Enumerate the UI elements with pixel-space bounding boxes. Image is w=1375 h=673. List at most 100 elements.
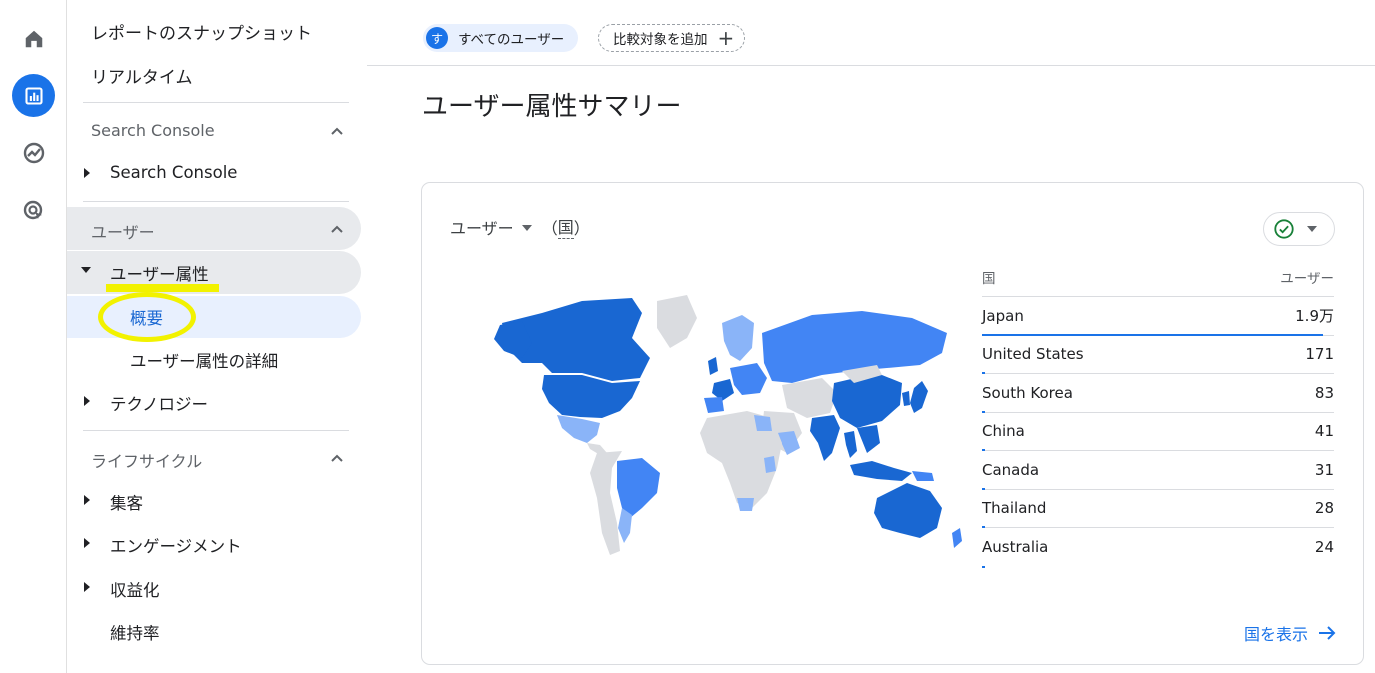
triangle-right-icon [84, 495, 90, 505]
country-users: 28 [1314, 499, 1334, 518]
country-name: United States [982, 345, 1084, 364]
section-header-search-console[interactable]: Search Console [91, 121, 215, 140]
nav-item-retention[interactable]: 維持率 [110, 620, 160, 644]
country-name: Canada [982, 460, 1040, 479]
page-title: ユーザー属性サマリー [422, 92, 682, 122]
map-country-indonesia [850, 461, 912, 481]
users-by-country-card: ユーザー （ 国 ） 国 ユーザー Japan 1.9万 United Stat… [421, 182, 1364, 665]
icon-rail [0, 0, 67, 673]
table-row[interactable]: South Korea 83 [982, 374, 1334, 413]
add-comparison-button[interactable]: 比較対象を追加 + [598, 24, 746, 52]
triangle-right-icon [84, 582, 90, 592]
country-name: Thailand [982, 499, 1047, 518]
table-row[interactable]: Thailand 28 [982, 490, 1334, 528]
chevron-up-icon[interactable] [329, 123, 345, 139]
triangle-right-icon [84, 538, 90, 548]
dimension-label: 国 [557, 214, 574, 239]
country-users: 1.9万 [1295, 307, 1334, 326]
nav-item-search-console[interactable]: Search Console [110, 163, 237, 182]
nav-realtime[interactable]: リアルタイム [91, 63, 193, 88]
nav-item-engagement[interactable]: エンゲージメント [110, 533, 242, 557]
map-country-japan [910, 381, 928, 413]
table-header: 国 ユーザー [982, 267, 1334, 297]
add-comparison-label: 比較対象を追加 [613, 32, 708, 48]
reports-icon[interactable] [12, 74, 55, 117]
nav-divider [83, 201, 349, 202]
country-users: 171 [1305, 345, 1334, 364]
country-users: 24 [1314, 538, 1334, 557]
triangle-right-icon [84, 396, 90, 406]
map-country-south-africa [737, 498, 754, 511]
chevron-up-icon[interactable] [329, 221, 345, 237]
table-row[interactable]: Canada 31 [982, 451, 1334, 490]
country-name: South Korea [982, 383, 1073, 402]
dimension-close: ） [573, 218, 590, 238]
map-central-asia [782, 378, 837, 418]
highlight-underline [106, 284, 219, 292]
map-country-new-zealand [952, 528, 962, 548]
country-users: 31 [1314, 460, 1334, 479]
table-row[interactable]: Japan 1.9万 [982, 297, 1334, 336]
country-name: Australia [982, 538, 1049, 557]
nav-item-monetization[interactable]: 収益化 [110, 577, 160, 601]
column-header-users: ユーザー [1280, 271, 1334, 287]
map-country-kenya [764, 456, 776, 473]
map-country-egypt [754, 415, 772, 431]
triangle-down-icon [81, 267, 91, 273]
plus-icon: + [717, 26, 735, 50]
map-country-png [912, 471, 934, 481]
caret-down-icon [1307, 226, 1317, 232]
triangle-right-icon [84, 168, 90, 178]
map-country-thailand [844, 431, 857, 458]
report-navigation: レポートのスナップショット リアルタイム Search Console Sear… [67, 0, 367, 673]
map-europe-central [730, 363, 767, 395]
map-country-spain [704, 397, 724, 413]
nav-item-demographic-details[interactable]: ユーザー属性の詳細 [130, 348, 278, 372]
segment-chip-all-users[interactable]: す すべてのユーザー [423, 24, 579, 52]
advertising-icon[interactable] [12, 189, 55, 232]
segment-label: すべてのユーザー [458, 32, 565, 48]
view-countries-label: 国を表示 [1244, 625, 1309, 644]
comparison-bar: す すべてのユーザー 比較対象を追加 + [367, 0, 1375, 66]
nav-item-technology[interactable]: テクノロジー [110, 391, 208, 415]
map-europe-north [722, 315, 754, 361]
column-header-country: 国 [982, 271, 996, 287]
table-row[interactable]: Australia 24 [982, 528, 1334, 568]
segment-avatar: す [426, 27, 448, 49]
nav-item-acquisition[interactable]: 集客 [110, 490, 143, 514]
map-country-uk [708, 357, 718, 375]
nav-divider [83, 102, 349, 103]
world-map[interactable] [482, 293, 972, 563]
arrow-right-icon [1319, 626, 1336, 640]
section-header-lifecycle[interactable]: ライフサイクル [91, 448, 202, 472]
nav-reports-snapshot[interactable]: レポートのスナップショット [91, 19, 312, 44]
map-country-brazil [617, 458, 660, 518]
section-header-user[interactable]: ユーザー [91, 219, 155, 243]
nav-divider [83, 430, 349, 431]
country-name: China [982, 422, 1025, 441]
map-country-mexico [557, 415, 600, 443]
map-country-china [832, 373, 902, 428]
table-row[interactable]: China 41 [982, 413, 1334, 451]
chevron-up-icon[interactable] [329, 450, 345, 466]
highlight-circle [98, 292, 196, 342]
view-countries-link[interactable]: 国を表示 [1244, 621, 1338, 645]
table-row[interactable]: United States 171 [982, 336, 1334, 374]
explore-icon[interactable] [12, 131, 55, 174]
caret-down-icon[interactable] [521, 224, 532, 231]
check-circle-icon [1274, 219, 1294, 239]
main-content: す すべてのユーザー 比較対象を追加 + ユーザー属性サマリー ユーザー （ 国… [367, 0, 1375, 673]
country-name: Japan [982, 306, 1024, 325]
map-country-australia [874, 483, 942, 538]
card-status-menu[interactable] [1263, 212, 1335, 246]
map-country-greenland [657, 295, 697, 348]
nav-item-demographics[interactable]: ユーザー属性 [110, 261, 209, 285]
map-southeast-asia [857, 425, 880, 453]
home-icon[interactable] [12, 17, 55, 60]
country-table: 国 ユーザー Japan 1.9万 United States 171 Sout… [982, 267, 1334, 568]
map-country-india [810, 415, 840, 461]
country-users: 41 [1314, 422, 1334, 441]
metric-selector[interactable]: ユーザー [450, 215, 514, 239]
country-users: 83 [1314, 383, 1334, 402]
dimension-open: （ [541, 218, 558, 238]
